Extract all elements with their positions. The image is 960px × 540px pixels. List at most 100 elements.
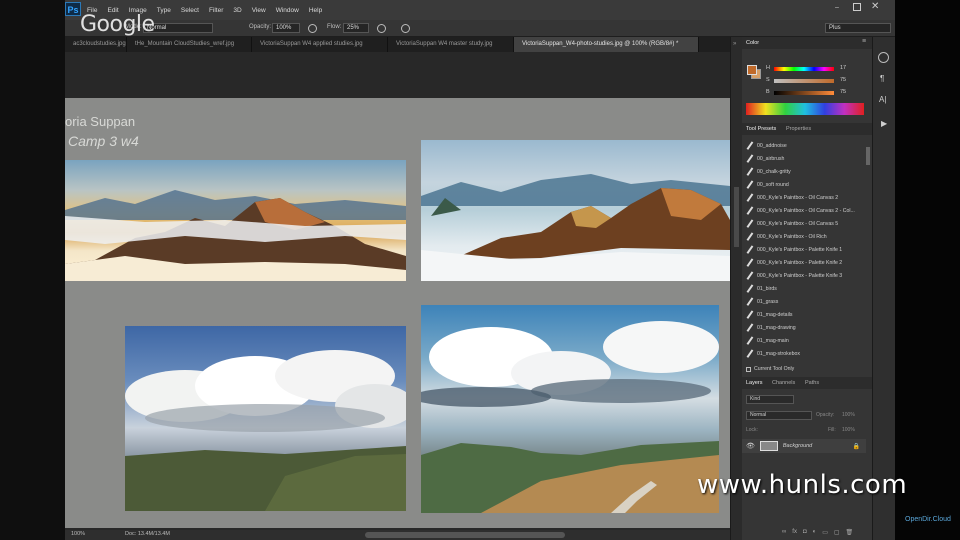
tool-preset-item[interactable]: 01_birds — [746, 282, 862, 295]
layer-opacity-label: Opacity: — [816, 412, 835, 418]
new-layer-icon[interactable]: ▢ — [834, 529, 840, 537]
pressure-size-icon[interactable] — [401, 24, 410, 33]
maximize-icon[interactable] — [853, 3, 861, 11]
tool-preset-item[interactable]: 000_Kyle's Paintbox - Palette Knife 2 — [746, 256, 862, 269]
tool-preset-item[interactable]: 000_Kyle's Paintbox - Oil Canvas 5 — [746, 217, 862, 230]
tab-mountain-cloudstudies[interactable]: tHe_Mountain CloudStudies_wref.jpg — [127, 37, 252, 52]
menu-filter[interactable]: Filter — [209, 7, 223, 14]
hue-slider[interactable] — [774, 67, 834, 71]
tool-preset-label: 01_mag-main — [757, 337, 789, 344]
tool-preset-item[interactable]: 00_airbrush — [746, 152, 862, 165]
tab-photo-studies[interactable]: VictoriaSuppan_W4-photo-studies.jpg @ 10… — [514, 37, 699, 52]
tool-preset-item[interactable]: 000_Kyle's Paintbox - Oil Canvas 2 — [746, 191, 862, 204]
tool-preset-label: 00_airbrush — [757, 155, 785, 162]
menu-view[interactable]: View — [252, 7, 266, 14]
character-icon[interactable]: A| — [879, 95, 886, 104]
tab-channels[interactable]: Channels — [772, 380, 795, 386]
collapse-arrow-icon[interactable]: » — [733, 41, 736, 47]
canvas-vertical-scrollbar[interactable] — [734, 187, 739, 247]
tab-layers[interactable]: Layers — [746, 380, 763, 386]
canvas-area[interactable]: oria Suppan Camp 3 w4 — [65, 52, 730, 530]
color-panel-title[interactable]: Color — [746, 40, 759, 46]
eye-visibility-icon[interactable]: 👁 — [746, 442, 755, 450]
tool-preset-item[interactable]: 01_mag-details — [746, 308, 862, 321]
brightness-slider[interactable] — [774, 91, 834, 95]
document-canvas[interactable]: oria Suppan Camp 3 w4 — [65, 98, 730, 528]
layer-name[interactable]: Background — [783, 443, 812, 449]
brush-icon — [746, 142, 753, 149]
status-bar: 100% Doc: 13.4M/13.4M — [65, 530, 730, 540]
photo-cumulus-clouds[interactable] — [125, 326, 406, 511]
fx-icon[interactable]: fx — [792, 529, 797, 537]
tool-preset-item[interactable]: 00_chalk-gritty — [746, 165, 862, 178]
horizontal-scrollbar[interactable] — [365, 532, 565, 538]
tool-preset-label: 01_birds — [757, 285, 777, 292]
current-tool-only-row[interactable]: Current Tool Only — [746, 364, 866, 374]
menu-window[interactable]: Window — [276, 7, 299, 14]
adjustment-layer-icon[interactable]: ◐ — [813, 529, 817, 537]
photo-mountain-sunset[interactable] — [65, 160, 406, 281]
tab-tool-presets[interactable]: Tool Presets — [746, 126, 776, 132]
layer-kind-filter[interactable]: Kind — [746, 395, 794, 404]
tool-preset-label: 01_mag-strokebox — [757, 350, 800, 357]
menu-help[interactable]: Help — [309, 7, 322, 14]
tool-preset-item[interactable]: 000_Kyle's Paintbox - Palette Knife 1 — [746, 243, 862, 256]
fill-value[interactable]: 100% — [842, 427, 855, 433]
opacity-field[interactable]: 100% — [272, 23, 300, 33]
watermark-small-text: OpenDir.Cloud — [905, 516, 951, 523]
foreground-color-swatch[interactable] — [747, 65, 757, 75]
close-icon[interactable]: ✕ — [871, 1, 879, 12]
color-wheel-icon[interactable] — [878, 52, 889, 63]
swatches-icon[interactable]: ¶ — [880, 74, 884, 83]
layer-opacity-value[interactable]: 100% — [842, 412, 855, 418]
tool-preset-item[interactable]: 000_Kyle's Paintbox - Palette Knife 3 — [746, 269, 862, 282]
add-mask-icon[interactable]: ◘ — [803, 529, 807, 537]
presets-scrollbar[interactable] — [866, 147, 870, 165]
menu-3d[interactable]: 3D — [233, 7, 241, 14]
tool-preset-label: 01_mag-details — [757, 311, 793, 318]
minimize-icon[interactable]: – — [835, 4, 843, 12]
color-spectrum-ramp[interactable] — [746, 103, 864, 115]
photoshop-logo: Ps — [65, 2, 81, 16]
fg-bg-swatches[interactable] — [747, 65, 761, 79]
tab-master-study[interactable]: VictoriaSuppan W4 master study.jpg — [388, 37, 514, 52]
layer-blend-mode[interactable]: Normal — [746, 411, 812, 420]
airbrush-icon[interactable] — [377, 24, 386, 33]
tool-preset-item[interactable]: 01_mag-strokebox — [746, 347, 862, 360]
painting-mountain-study[interactable] — [421, 140, 730, 281]
current-tool-only-checkbox[interactable] — [746, 366, 751, 372]
options-bar: Mode: Normal Opacity: 100% Flow: 25% Plu… — [65, 20, 895, 37]
tool-preset-label: 00_soft round — [757, 181, 789, 188]
play-actions-icon[interactable]: ▶ — [881, 119, 887, 128]
saturation-slider[interactable] — [774, 79, 834, 83]
tab-cloudstudies[interactable]: ac3cloudstudies.jpg — [65, 37, 127, 52]
panel-menu-icon[interactable]: ≡ — [862, 38, 866, 45]
tool-preset-item[interactable]: 000_Kyle's Paintbox - Oil Canvas 2 - Col… — [746, 204, 862, 217]
menu-type[interactable]: Type — [157, 7, 171, 14]
tool-preset-item[interactable]: 01_mag-drawing — [746, 321, 862, 334]
layer-row-background[interactable]: 👁 Background 🔒 — [742, 439, 866, 453]
tool-preset-item[interactable]: 00_soft round — [746, 178, 862, 191]
menu-select[interactable]: Select — [181, 7, 199, 14]
brush-icon — [746, 350, 753, 357]
link-layers-icon[interactable]: ∞ — [782, 529, 786, 537]
tool-preset-item[interactable]: 000_Kyle's Paintbox - Oil Rich — [746, 230, 862, 243]
tool-preset-item[interactable]: 01_mag-main — [746, 334, 862, 347]
saturation-value[interactable]: 75 — [840, 77, 846, 83]
painting-clouds-hills[interactable] — [421, 305, 719, 513]
new-group-icon[interactable]: ▭ — [822, 529, 828, 537]
zoom-level[interactable]: 100% — [71, 531, 85, 537]
pressure-opacity-icon[interactable] — [308, 24, 317, 33]
flow-field[interactable]: 25% — [343, 23, 369, 33]
brightness-value[interactable]: 75 — [840, 89, 846, 95]
tab-properties[interactable]: Properties — [786, 126, 811, 132]
tool-preset-label: 000_Kyle's Paintbox - Oil Canvas 5 — [757, 220, 839, 227]
tab-applied-studies[interactable]: VictoriaSuppan W4 applied studies.jpg — [252, 37, 388, 52]
brush-icon — [746, 181, 753, 188]
delete-layer-icon[interactable]: 🗑 — [846, 529, 854, 537]
workspace-dropdown[interactable]: Plus — [825, 23, 891, 33]
tab-paths[interactable]: Paths — [805, 380, 819, 386]
tool-preset-item[interactable]: 00_addnoise — [746, 139, 862, 152]
hue-value[interactable]: 17 — [840, 65, 846, 71]
tool-preset-item[interactable]: 01_grass — [746, 295, 862, 308]
